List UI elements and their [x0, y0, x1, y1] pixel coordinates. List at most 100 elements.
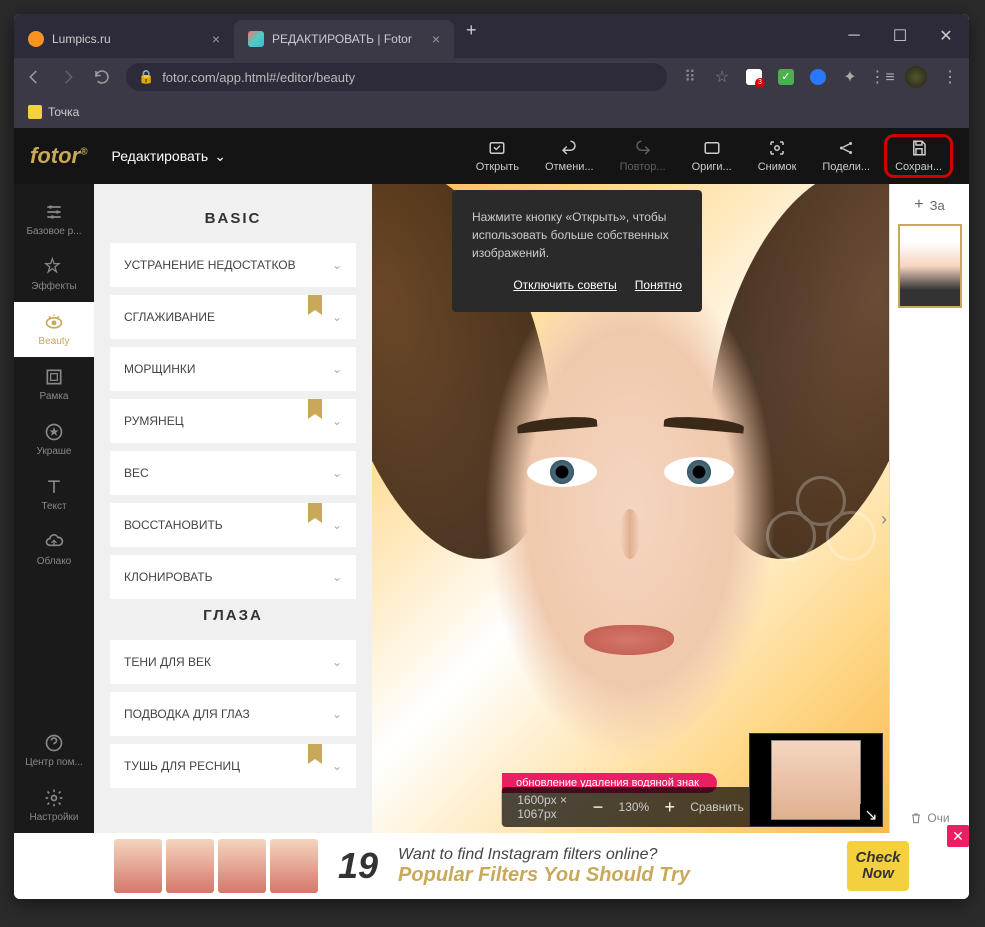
beauty-panel: BASIC УСТРАНЕНИЕ НЕДОСТАТКОВ⌄ СГЛАЖИВАНИ…	[94, 184, 372, 833]
ad-banner[interactable]: 19 Want to find Instagram filters online…	[14, 833, 969, 899]
chevron-down-icon: ⌄	[332, 655, 342, 669]
chevron-down-icon: ⌄	[332, 362, 342, 376]
maximize-button[interactable]: ☐	[877, 14, 923, 58]
canvas[interactable]: Нажмите кнопку «Открыть», чтобы использо…	[372, 184, 889, 833]
chevron-down-icon: ⌄	[332, 570, 342, 584]
favicon	[248, 31, 264, 47]
panel-item-clone[interactable]: КЛОНИРОВАТЬ⌄	[110, 555, 356, 599]
right-panel: +За Очи	[889, 184, 969, 833]
chevron-down-icon: ⌄	[332, 518, 342, 532]
panel-item-eyeliner[interactable]: ПОДВОДКА ДЛЯ ГЛАЗ⌄	[110, 692, 356, 736]
fotor-logo[interactable]: fotor®	[30, 143, 87, 169]
profile-avatar[interactable]	[905, 66, 927, 88]
minimap-thumbnail	[771, 740, 861, 820]
zoom-in-button[interactable]: +	[663, 797, 676, 818]
section-title-eyes: ГЛАЗА	[110, 607, 356, 624]
chevron-down-icon: ⌄	[214, 148, 226, 165]
close-window-button[interactable]: ✕	[923, 14, 969, 58]
premium-badge-icon	[308, 744, 322, 764]
lock-icon: 🔒	[138, 69, 154, 85]
ad-headline: Want to find Instagram filters online?	[398, 846, 847, 864]
sidebar-item-beauty[interactable]: Beauty	[14, 302, 94, 357]
upload-button[interactable]: +За	[914, 196, 944, 214]
panel-item-weight[interactable]: ВЕС⌄	[110, 451, 356, 495]
clear-button[interactable]: Очи	[909, 811, 949, 825]
chevron-down-icon: ⌄	[332, 310, 342, 324]
reading-list-icon[interactable]: ⋮≡	[873, 68, 891, 86]
sidebar-item-effects[interactable]: Эффекты	[14, 247, 94, 302]
tab-title: Lumpics.ru	[52, 32, 111, 46]
close-tab-icon[interactable]: ×	[432, 31, 440, 47]
titlebar: Lumpics.ru × РЕДАКТИРОВАТЬ | Fotor × + ─…	[14, 14, 969, 58]
redo-button[interactable]: Повтор...	[608, 134, 678, 178]
panel-item-smoothing[interactable]: СГЛАЖИВАНИЕ⌄	[110, 295, 356, 339]
premium-badge-icon	[308, 399, 322, 419]
url-text: fotor.com/app.html#/editor/beauty	[162, 70, 355, 85]
minimap[interactable]: ↘	[749, 733, 883, 827]
panel-item-blemish[interactable]: УСТРАНЕНИЕ НЕДОСТАТКОВ⌄	[110, 243, 356, 287]
bookmark-item[interactable]: Точка	[48, 105, 79, 119]
panel-item-blush[interactable]: РУМЯНЕЦ⌄	[110, 399, 356, 443]
menu-button[interactable]: ⋮	[941, 68, 959, 86]
ad-close-button[interactable]: ✕	[947, 825, 969, 847]
sidebar-item-frame[interactable]: Рамка	[14, 357, 94, 412]
ok-button[interactable]: Понятно	[635, 276, 682, 294]
sidebar-item-basic[interactable]: Базовое р...	[14, 192, 94, 247]
help-tooltip: Нажмите кнопку «Открыть», чтобы использо…	[452, 190, 702, 312]
sidebar-item-settings[interactable]: Настройки	[14, 778, 94, 833]
back-button[interactable]	[24, 68, 44, 86]
minimap-collapse-button[interactable]: ↘	[860, 804, 882, 826]
extension-icon[interactable]: 3	[745, 68, 763, 86]
left-sidebar: Базовое р... Эффекты Beauty Рамка Украше…	[14, 184, 94, 833]
ad-cta-button[interactable]: CheckNow	[847, 841, 909, 891]
share-button[interactable]: Подели...	[810, 134, 882, 178]
original-button[interactable]: Ориги...	[680, 134, 744, 178]
compare-button[interactable]: Сравнить	[690, 800, 743, 814]
browser-tab-1[interactable]: Lumpics.ru ×	[14, 20, 234, 58]
panel-item-wrinkles[interactable]: МОРЩИНКИ⌄	[110, 347, 356, 391]
panel-collapse-button[interactable]: ›	[881, 509, 887, 530]
zoom-out-button[interactable]: −	[592, 797, 605, 818]
new-tab-button[interactable]: +	[454, 20, 489, 58]
browser-tab-2[interactable]: РЕДАКТИРОВАТЬ | Fotor ×	[234, 20, 454, 58]
snapshot-button[interactable]: Снимок	[746, 134, 809, 178]
minimize-button[interactable]: ─	[831, 14, 877, 58]
ad-number: 19	[338, 845, 378, 887]
url-input[interactable]: 🔒 fotor.com/app.html#/editor/beauty	[126, 63, 667, 91]
address-bar: 🔒 fotor.com/app.html#/editor/beauty ⠿ ☆ …	[14, 58, 969, 96]
save-button[interactable]: Сохран...	[884, 134, 953, 178]
disable-tips-link[interactable]: Отключить советы	[513, 276, 616, 294]
close-tab-icon[interactable]: ×	[212, 31, 220, 47]
chevron-down-icon: ⌄	[332, 414, 342, 428]
folder-icon	[28, 105, 42, 119]
app-header: fotor® Редактировать ⌄ Открыть Отмени...…	[14, 128, 969, 184]
sidebar-item-help[interactable]: Центр пом...	[14, 723, 94, 778]
tab-title: РЕДАКТИРОВАТЬ | Fotor	[272, 32, 412, 46]
open-button[interactable]: Открыть	[464, 134, 531, 178]
extensions-button[interactable]: ✦	[841, 68, 859, 86]
forward-button[interactable]	[58, 68, 78, 86]
ad-subhead: Popular Filters You Should Try	[398, 864, 847, 887]
favicon	[28, 31, 44, 47]
tooltip-text: Нажмите кнопку «Открыть», чтобы использо…	[472, 208, 682, 262]
undo-button[interactable]: Отмени...	[533, 134, 606, 178]
extension-icon[interactable]	[809, 68, 827, 86]
chevron-down-icon: ⌄	[332, 258, 342, 272]
sidebar-item-text[interactable]: Текст	[14, 467, 94, 522]
sidebar-item-stickers[interactable]: Украше	[14, 412, 94, 467]
translate-icon[interactable]: ⠿	[681, 68, 699, 86]
premium-badge-icon	[308, 503, 322, 523]
chevron-down-icon: ⌄	[332, 759, 342, 773]
extension-icon[interactable]: ✓	[777, 68, 795, 86]
panel-item-eyeshadow[interactable]: ТЕНИ ДЛЯ ВЕК⌄	[110, 640, 356, 684]
mode-dropdown[interactable]: Редактировать ⌄	[111, 148, 225, 165]
canvas-status-bar: 1600px × 1067px − 130% + Сравнить	[501, 787, 760, 827]
zoom-level: 130%	[619, 800, 650, 814]
panel-item-restore[interactable]: ВОССТАНОВИТЬ⌄	[110, 503, 356, 547]
panel-item-mascara[interactable]: ТУШЬ ДЛЯ РЕСНИЦ⌄	[110, 744, 356, 788]
sidebar-item-cloud[interactable]: Облако	[14, 522, 94, 577]
reload-button[interactable]	[92, 68, 112, 86]
chevron-down-icon: ⌄	[332, 466, 342, 480]
image-thumbnail[interactable]	[898, 224, 962, 308]
star-icon[interactable]: ☆	[713, 68, 731, 86]
